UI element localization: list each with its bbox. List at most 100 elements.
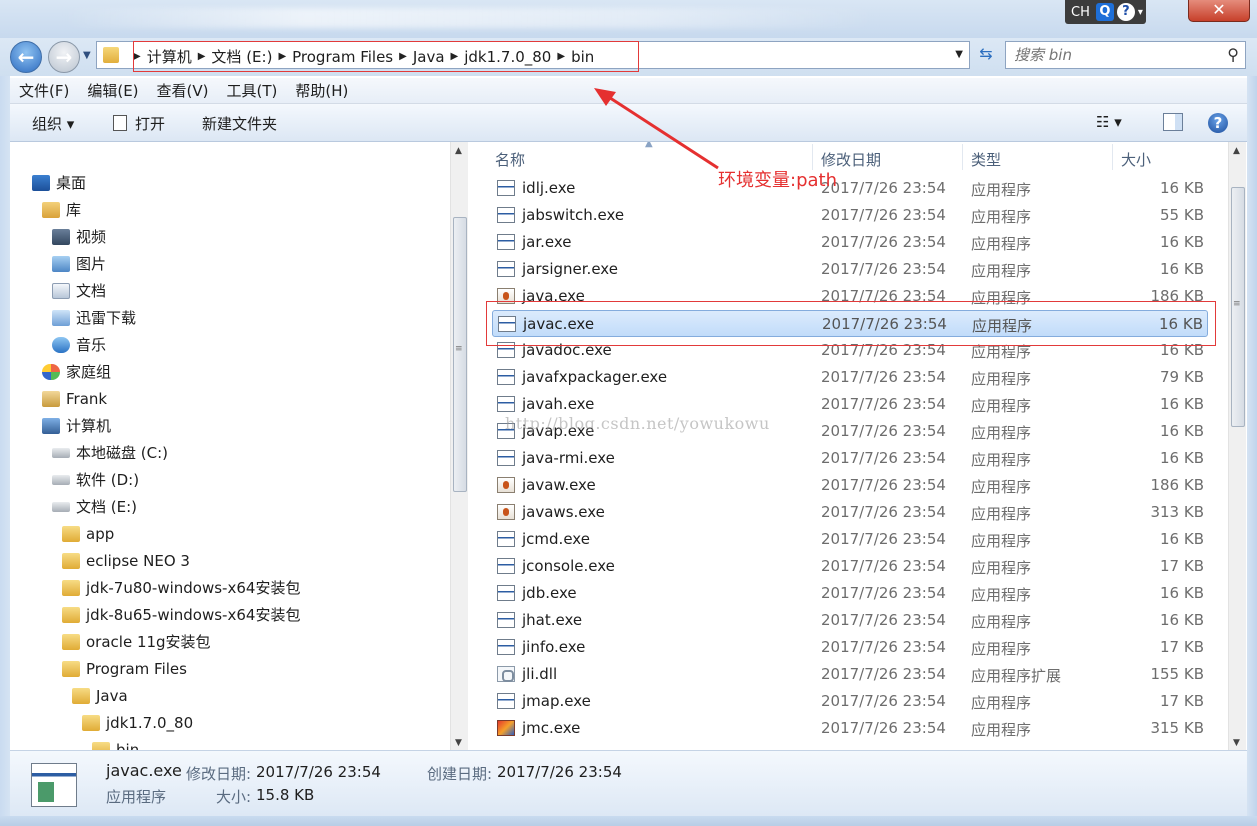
file-row[interactable]: jdb.exe 2017/7/26 23:54 应用程序 16 KB [492,580,1208,607]
navigation-pane-scrollbar[interactable]: ▲ ≡ ▼ [450,142,468,750]
file-row[interactable]: javaw.exe 2017/7/26 23:54 应用程序 186 KB [492,472,1208,499]
file-row[interactable]: javafxpackager.exe 2017/7/26 23:54 应用程序 79 … [492,364,1208,391]
breadcrumb-drive-e[interactable]: 文档 (E:) [211,46,272,67]
file-row[interactable]: javaws.exe 2017/7/26 23:54 应用程序 313 KB [492,499,1208,526]
breadcrumb-arrow-icon[interactable]: ▶ [278,51,286,62]
window-close-button[interactable]: ✕ [1188,0,1250,22]
sidebar-item-homegroup[interactable]: 家庭组 [42,358,111,385]
sidebar-item-music[interactable]: 音乐 [52,331,106,358]
sidebar-item-drive-d[interactable]: 软件 (D:) [52,466,139,493]
file-list-scrollbar[interactable]: ▲ ≡ ▼ [1228,142,1246,750]
recent-pages-chevron-icon[interactable]: ▼ [83,50,91,61]
refresh-icon[interactable]: ⇆ [973,44,999,68]
file-row[interactable]: jar.exe 2017/7/26 23:54 应用程序 16 KB [492,229,1208,256]
sidebar-item-label: oracle 11g安装包 [86,633,211,651]
file-row[interactable]: javadoc.exe 2017/7/26 23:54 应用程序 16 KB [492,337,1208,364]
column-divider[interactable] [962,144,963,170]
breadcrumb-program-files[interactable]: Program Files [292,48,393,66]
sidebar-item-videos[interactable]: 视频 [52,223,106,250]
window-frame-bottom [0,816,1257,826]
sidebar-item-documents[interactable]: 文档 [52,277,106,304]
sidebar-item-program-files[interactable]: Program Files [62,655,187,682]
sidebar-item-app[interactable]: app [62,520,114,547]
breadcrumb-arrow-icon[interactable]: ▶ [557,51,565,62]
forward-button[interactable]: → [48,41,80,73]
file-row[interactable]: idlj.exe 2017/7/26 23:54 应用程序 16 KB [492,175,1208,202]
organize-button[interactable]: 组织 ▾ [32,113,74,134]
column-header-size[interactable]: 大小 [1121,149,1151,170]
file-row[interactable]: jhat.exe 2017/7/26 23:54 应用程序 16 KB [492,607,1208,634]
sidebar-item-drive-e[interactable]: 文档 (E:) [52,493,137,520]
search-input[interactable] [1006,42,1206,68]
address-bar[interactable]: ▶ 计算机 ▶ 文档 (E:) ▶ Program Files ▶ Java ▶… [96,41,970,69]
file-size: 315 KB [1150,719,1204,737]
preview-pane-icon[interactable] [1163,113,1183,131]
sidebar-item-jdk-7u80-installer[interactable]: jdk-7u80-windows-x64安装包 [62,574,300,601]
scroll-thumb[interactable] [453,217,467,492]
ime-help-icon[interactable]: ? [1116,3,1135,21]
column-divider[interactable] [1112,144,1113,170]
sidebar-item-frank[interactable]: Frank [42,385,107,412]
sidebar-item-label: bin [116,740,140,751]
search-icon[interactable]: ⚲ [1227,45,1239,64]
address-dropdown-icon[interactable]: ▼ [955,49,963,60]
file-row[interactable]: jmc.exe 2017/7/26 23:54 应用程序 315 KB [492,715,1208,742]
documents-icon [52,282,70,299]
sidebar-item-label: 本地磁盘 (C:) [76,444,168,462]
breadcrumb-computer[interactable]: 计算机 [147,46,192,67]
sidebar-item-desktop[interactable]: 桌面 [32,169,86,196]
sidebar-item-computer[interactable]: 计算机 [42,412,111,439]
ime-toolbar[interactable]: CH Q ? ▾ [1065,0,1146,24]
menu-tools[interactable]: 工具(T) [218,80,287,101]
scroll-up-icon[interactable]: ▲ [1233,146,1240,156]
sidebar-item-java[interactable]: Java [72,682,128,709]
new-folder-button[interactable]: 新建文件夹 [202,113,277,134]
change-view-button[interactable]: ☷ ▾ [1096,113,1122,131]
breadcrumb-arrow-icon[interactable]: ▶ [399,51,407,62]
scroll-up-icon[interactable]: ▲ [455,146,462,156]
file-row[interactable]: jli.dll 2017/7/26 23:54 应用程序扩展 155 KB [492,661,1208,688]
help-icon[interactable]: ? [1208,113,1228,133]
menu-edit[interactable]: 编辑(E) [78,80,147,101]
sidebar-item-eclipse-neo-3[interactable]: eclipse NEO 3 [62,547,190,574]
sidebar-item-libraries[interactable]: 库 [42,196,81,223]
ime-q-icon[interactable]: Q [1095,3,1114,21]
file-row[interactable]: jarsigner.exe 2017/7/26 23:54 应用程序 16 KB [492,256,1208,283]
file-row[interactable]: jconsole.exe 2017/7/26 23:54 应用程序 17 KB [492,553,1208,580]
sidebar-item-label: eclipse NEO 3 [86,551,190,570]
file-row[interactable]: jinfo.exe 2017/7/26 23:54 应用程序 17 KB [492,634,1208,661]
breadcrumb-jdk[interactable]: jdk1.7.0_80 [464,48,551,66]
breadcrumb-arrow-icon[interactable]: ▶ [133,51,141,62]
breadcrumb-java[interactable]: Java [413,48,445,66]
file-row-selected[interactable]: javac.exe 2017/7/26 23:54 应用程序 16 KB [492,310,1208,337]
file-row[interactable]: jcmd.exe 2017/7/26 23:54 应用程序 16 KB [492,526,1208,553]
sidebar-item-jdk1-7-0-80[interactable]: jdk1.7.0_80 [82,709,193,736]
back-button[interactable]: ← [10,41,42,73]
column-header-name[interactable]: 名称 [495,149,525,170]
sidebar-item-jdk-8u65-installer[interactable]: jdk-8u65-windows-x64安装包 [62,601,300,628]
ime-dropdown-icon[interactable]: ▾ [1138,7,1143,18]
open-button[interactable]: 打开 [113,113,165,134]
menu-help[interactable]: 帮助(H) [286,80,357,101]
file-row[interactable]: jmap.exe 2017/7/26 23:54 应用程序 17 KB [492,688,1208,715]
scroll-down-icon[interactable]: ▼ [1233,738,1240,748]
sidebar-item-drive-c[interactable]: 本地磁盘 (C:) [52,439,168,466]
search-box[interactable]: ⚲ [1005,41,1246,69]
file-row[interactable]: jabswitch.exe 2017/7/26 23:54 应用程序 55 KB [492,202,1208,229]
sidebar-item-thunder-downloads[interactable]: 迅雷下载 [52,304,136,331]
ime-language[interactable]: CH [1068,5,1093,20]
exe-file-icon [497,639,515,655]
breadcrumb-arrow-icon[interactable]: ▶ [198,51,206,62]
breadcrumb-arrow-icon[interactable]: ▶ [451,51,459,62]
breadcrumb-bin[interactable]: bin [571,48,594,66]
menu-file[interactable]: 文件(F) [10,80,78,101]
file-row[interactable]: java-rmi.exe 2017/7/26 23:54 应用程序 16 KB [492,445,1208,472]
file-type: 应用程序 [971,505,1032,523]
sidebar-item-pictures[interactable]: 图片 [52,250,106,277]
menu-view[interactable]: 查看(V) [148,80,218,101]
sidebar-item-oracle-11g-installer[interactable]: oracle 11g安装包 [62,628,211,655]
column-header-type[interactable]: 类型 [971,149,1001,170]
scroll-down-icon[interactable]: ▼ [455,738,462,748]
file-row[interactable]: java.exe 2017/7/26 23:54 应用程序 186 KB [492,283,1208,310]
sidebar-item-bin[interactable]: bin [92,736,139,750]
